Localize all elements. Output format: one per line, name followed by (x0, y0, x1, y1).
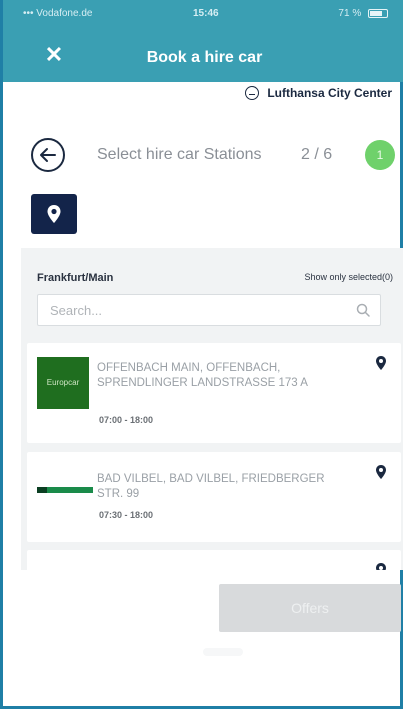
station-card[interactable]: BAD VILBEL, BAD VILBEL, FRIEDBERGER STR.… (27, 452, 401, 542)
step-indicator-badge: 1 (365, 140, 395, 170)
search-icon (356, 303, 370, 317)
battery-icon (368, 8, 388, 18)
step-label: Select hire car Stations (97, 146, 262, 163)
brand-line: Lufthansa City Center (245, 86, 392, 100)
clock: 15:46 (193, 8, 219, 19)
search-box (37, 294, 381, 326)
app-frame: ••• Vodafone.de 15:46 71 % ✕ Book a hire… (0, 0, 403, 709)
stations-panel: Frankfurt/Main Show only selected(0) Eur… (21, 248, 403, 570)
sixt-logo-bar (37, 487, 93, 493)
location-pin-icon[interactable] (375, 562, 387, 570)
battery-percent: 71 % (338, 8, 362, 19)
station-address: BAD VILBEL, BAD VILBEL, FRIEDBERGER STR.… (97, 473, 325, 500)
sixt-logo (37, 484, 93, 496)
station-hours: 07:30 - 18:00 (99, 510, 154, 520)
station-address: OFFENBACH MAIN, OFFENBACH, SPRENDLINGER … (97, 362, 308, 389)
station-hours: 07:00 - 18:00 (99, 415, 154, 425)
page-title: Book a hire car (146, 49, 263, 66)
offers-button[interactable]: Offers (219, 584, 401, 632)
step-counter: 2 / 6 (301, 146, 333, 163)
station-card[interactable] (27, 550, 401, 570)
location-pin-icon[interactable] (375, 355, 387, 371)
back-button[interactable] (31, 138, 65, 172)
panel-header: Frankfurt/Main Show only selected(0) (37, 268, 393, 286)
brand-name: Lufthansa City Center (267, 86, 392, 100)
location-pin-icon[interactable] (375, 464, 387, 480)
carrier-label: ••• Vodafone.de (23, 8, 93, 19)
arrow-left-icon (40, 148, 56, 162)
location-pin-icon (47, 205, 61, 223)
battery-indicator: 71 % (338, 8, 388, 19)
step-header: Select hire car Stations 2 / 6 1 (31, 138, 401, 172)
status-bar: ••• Vodafone.de 15:46 71 % (3, 0, 403, 26)
search-input[interactable] (38, 295, 338, 325)
home-indicator (203, 648, 243, 656)
lufthansa-crane-icon (245, 86, 260, 100)
city-label: Frankfurt/Main (37, 272, 114, 284)
station-card[interactable]: Europcar OFFENBACH MAIN, OFFENBACH, SPRE… (27, 343, 401, 443)
map-view-button[interactable] (31, 194, 77, 234)
show-only-selected-link[interactable]: Show only selected(0) (304, 272, 393, 282)
europcar-logo: Europcar (37, 357, 89, 409)
top-bar: ••• Vodafone.de 15:46 71 % ✕ Book a hire… (3, 0, 403, 82)
